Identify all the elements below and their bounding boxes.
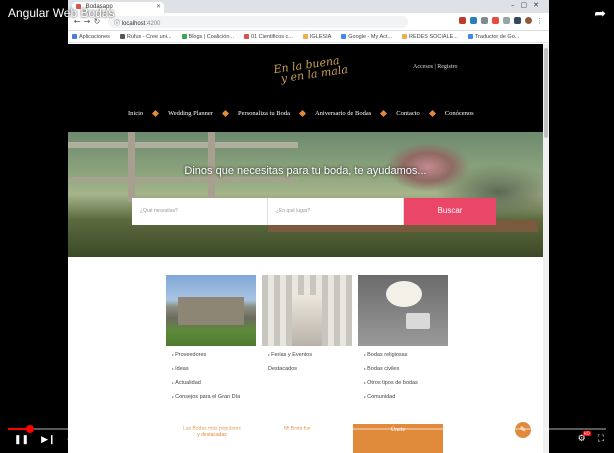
tab-bar: Bodasapp ✕ –▢✕ [68,0,549,13]
diamond-icon [221,109,230,118]
diamond-icon [428,109,436,118]
menu-item-aniversario[interactable]: Aniversario de Bodas [315,110,371,117]
bookmark-item[interactable]: Blogs | Coalición... [181,34,234,40]
url-port: :4200 [145,20,161,27]
next-icon[interactable]: ▶❙ [41,434,55,445]
list-item[interactable]: Otros tipos de bodas [364,380,448,386]
menu-item-personaliza[interactable]: Personaliza tu Boda [238,110,290,117]
diamond-icon [298,109,307,118]
player-controls: ❚❚ ▶❙ 🔊︎ 0:04 / 1:50 [14,434,123,445]
rings-image[interactable] [358,275,448,346]
bookmark-item[interactable]: Google - My Act... [341,34,392,40]
bookmark-item[interactable]: Rufus - Cree uni... [119,34,172,40]
info-icon: ⓘ [114,20,122,27]
search-button[interactable]: Buscar [404,198,496,225]
menu-item-wedding-planner[interactable]: Wedding Planner [168,110,213,117]
diamond-icon [380,109,388,118]
list-item[interactable]: Destacados [268,366,352,372]
list-item[interactable]: Proveedores [172,352,256,358]
web-page: En la buena y en la mala Accesos | Regis… [68,44,543,453]
bookmark-item[interactable]: Aplicaciones [72,34,110,40]
menu-item-inicio[interactable]: Inicio [128,110,143,117]
url-input[interactable]: ⓘ localhost:4200 [108,15,408,28]
site-logo[interactable]: En la buena y en la mala [273,54,349,85]
time-display: 0:04 / 1:50 [85,435,124,444]
player-right-controls: ⚙ HD ⛶ [578,431,604,444]
list-item[interactable]: Ferias y Eventos [268,352,352,358]
extension-icon[interactable] [503,17,510,24]
progress-knob[interactable] [25,425,34,433]
menu-item-conocenos[interactable]: Conócenos [445,110,474,117]
extension-icon[interactable] [459,17,466,24]
list-item[interactable]: Comunidad [364,394,448,400]
extension-icon[interactable] [470,17,477,24]
chat-icon[interactable]: ✎ [515,422,531,438]
extension-icon[interactable] [514,17,521,24]
fullscreen-exit-icon[interactable]: ⛶ [598,434,604,444]
menu-item-contacto[interactable]: Contacto [396,110,419,117]
card-proveedores: Proveedores Ideas Actualidad Consejos pa… [166,275,256,408]
hero-title: Dinos que necesitas para tu boda, te ayu… [184,165,427,177]
share-icon[interactable]: ➦ [594,6,606,22]
list-item[interactable]: Bodas civiles [364,366,448,372]
video-title[interactable]: Angular Web Bodas [8,6,115,20]
card-bodas: Bodas religiosas Bodas civiles Otros tip… [358,275,448,408]
hero-banner: Dinos que necesitas para tu boda, te ayu… [68,132,543,257]
where-input[interactable]: ¿En qué lugar? [268,198,404,225]
scroll-thumb[interactable] [544,48,548,138]
menu-icon[interactable]: ⋮ [536,17,543,25]
volume-icon[interactable]: 🔊︎ [68,434,74,445]
pause-icon[interactable]: ❚❚ [14,434,29,445]
list-item[interactable]: Consejos para el Gran Día [172,394,256,400]
card-ferias: Ferias y Eventos Destacados [262,275,352,408]
what-input[interactable]: ¿Qué necesitas? [132,198,268,225]
extension-icon[interactable] [492,17,499,24]
list-item[interactable]: Ideas [172,366,256,372]
site-header: En la buena y en la mala Accesos | Regis… [68,44,543,132]
search-form: ¿Qué necesitas? ¿En qué lugar? Buscar [132,198,496,225]
gear-icon[interactable]: ⚙ HD [578,431,591,444]
extension-icon[interactable] [481,17,488,24]
dresses-image[interactable] [262,275,352,346]
url-host: localhost [121,20,146,27]
list-item[interactable]: Bodas religiosas [364,352,448,358]
extensions: ⋮ [459,17,543,25]
category-cards: Proveedores Ideas Actualidad Consejos pa… [166,275,448,408]
list-item[interactable]: Actualidad [172,380,256,386]
address-bar: ← → ↻ ⓘ localhost:4200 ⋮ [68,13,549,31]
window-controls[interactable]: –▢✕ [511,1,545,9]
avatar[interactable] [525,17,532,24]
castle-image[interactable] [166,275,256,346]
close-icon[interactable]: ✕ [156,3,161,10]
bookmark-item[interactable]: IGLESIA [302,34,331,40]
bookmarks-bar: Aplicaciones Rufus - Cree uni... Blogs |… [68,31,549,43]
diamond-icon [152,109,160,118]
bookmark-item[interactable]: 01 Cientificos c... [243,34,293,40]
main-menu: Inicio Wedding Planner Personaliza tu Bo… [128,109,474,118]
video-progress-bar[interactable] [8,425,606,433]
accounts-link[interactable]: Accesos | Registro [413,64,458,70]
browser-window: Bodasapp ✕ –▢✕ ← → ↻ ⓘ localhost:4200 ⋮ … [68,0,549,453]
bookmark-item[interactable]: REDES SOCIALE... [402,34,458,40]
bookmark-item[interactable]: Traductor de Go... [467,34,519,40]
